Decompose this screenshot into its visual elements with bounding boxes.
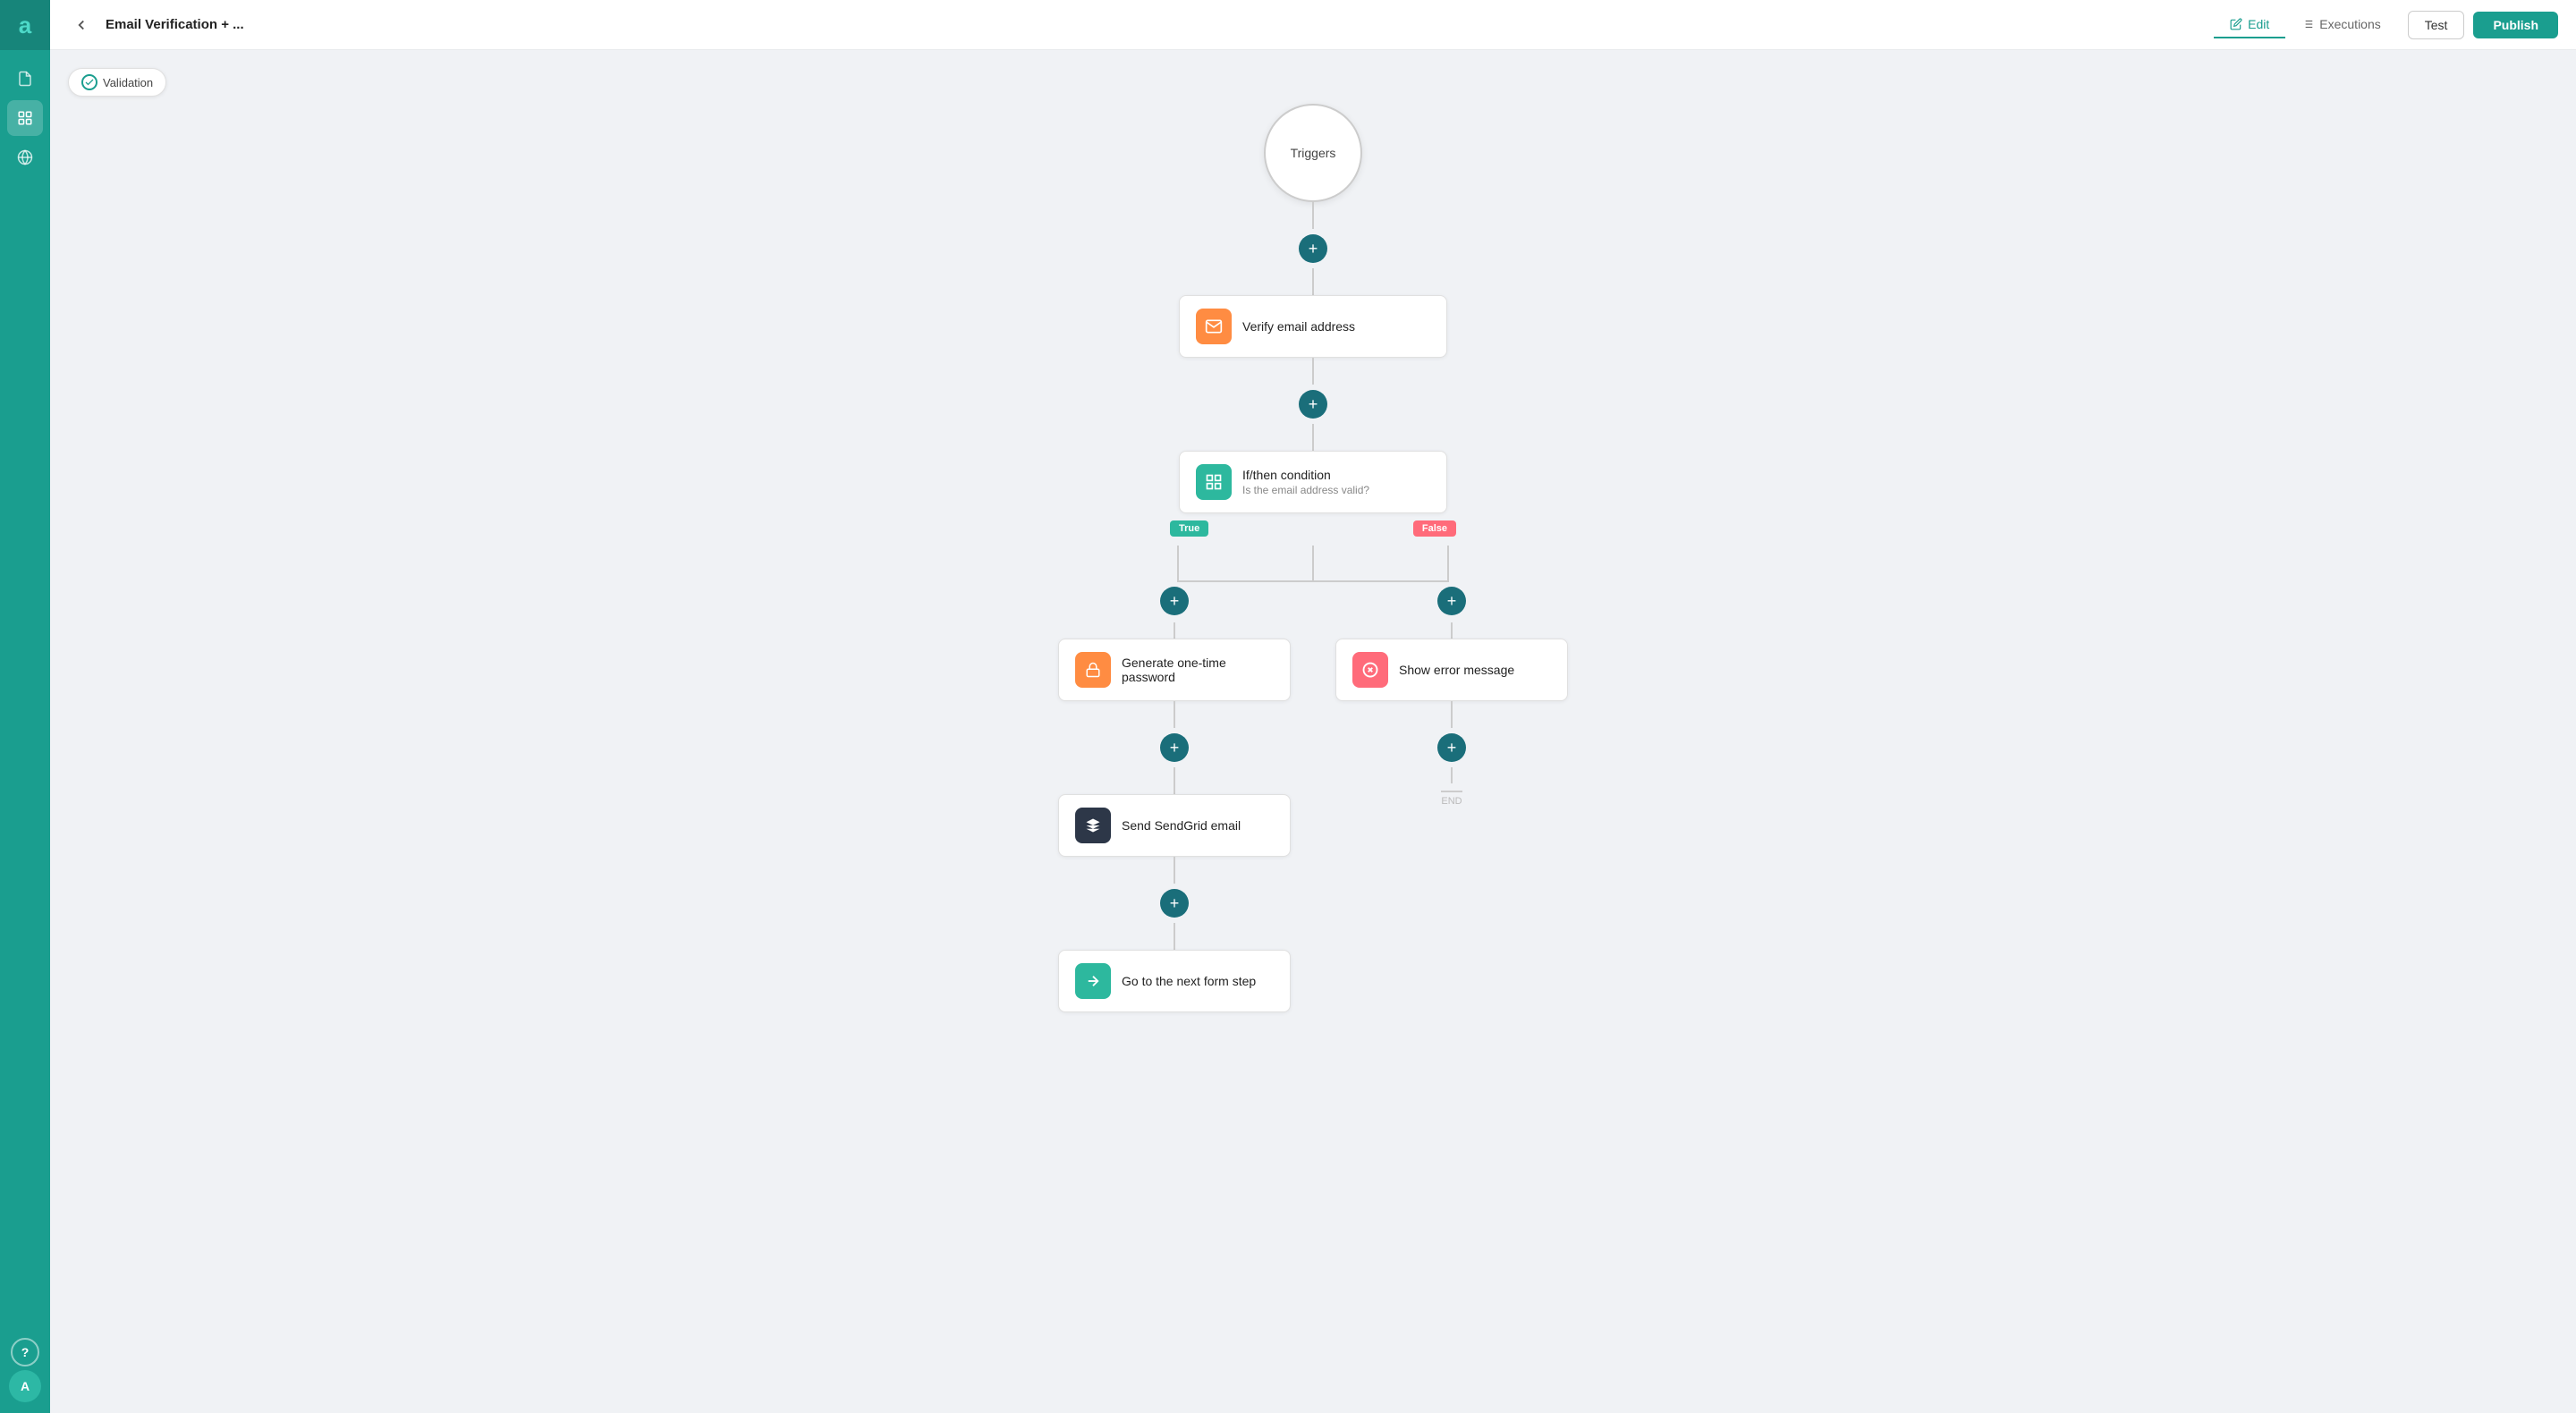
flow-diagram: Triggers + Verify email address <box>68 68 2558 1012</box>
tab-executions[interactable]: Executions <box>2285 12 2396 38</box>
sidebar-item-document[interactable] <box>7 61 43 97</box>
user-avatar[interactable]: A <box>9 1370 41 1402</box>
if-then-icon <box>1196 464 1232 500</box>
add-after-trigger[interactable]: + <box>1299 234 1327 263</box>
next-step-node[interactable]: Go to the next form step <box>1058 950 1291 1012</box>
branch-split: + Gen <box>1058 581 1568 1012</box>
false-branch: + <box>1335 581 1568 807</box>
if-then-node[interactable]: If/then condition Is the email address v… <box>1179 451 1447 513</box>
trigger-node[interactable]: Triggers <box>1264 104 1362 202</box>
otp-icon <box>1075 652 1111 688</box>
sendgrid-icon <box>1075 808 1111 843</box>
false-connector-1 <box>1451 622 1453 639</box>
add-after-verify[interactable]: + <box>1299 390 1327 419</box>
otp-text: Generate one-time password <box>1122 656 1226 684</box>
true-branch: + Gen <box>1058 581 1291 1012</box>
end-text: END <box>1441 796 1462 807</box>
publish-button[interactable]: Publish <box>2473 12 2558 38</box>
true-connector-4 <box>1174 857 1175 884</box>
app-logo[interactable]: a <box>0 0 50 50</box>
sidebar: a ? A <box>0 0 50 1413</box>
add-after-error[interactable]: + <box>1437 733 1466 762</box>
true-label: True <box>1170 520 1208 537</box>
true-connector-3 <box>1174 767 1175 794</box>
if-then-text: If/then condition Is the email address v… <box>1242 468 1369 496</box>
sendgrid-text: Send SendGrid email <box>1122 818 1241 833</box>
header-tabs: Edit Executions <box>2214 12 2397 38</box>
verify-email-node[interactable]: Verify email address <box>1179 295 1447 358</box>
header-actions: Test Publish <box>2408 11 2558 39</box>
true-connector-2 <box>1174 701 1175 728</box>
otp-title: Generate one-time password <box>1122 656 1226 684</box>
tab-edit-label: Edit <box>2248 17 2269 31</box>
false-connector-3 <box>1451 767 1453 783</box>
verify-email-text: Verify email address <box>1242 319 1355 334</box>
false-label: False <box>1413 520 1456 537</box>
verify-email-icon <box>1196 309 1232 344</box>
error-title: Show error message <box>1399 663 1514 677</box>
add-after-otp[interactable]: + <box>1160 733 1189 762</box>
tab-edit[interactable]: Edit <box>2214 12 2285 38</box>
generate-otp-node[interactable]: Generate one-time password <box>1058 639 1291 701</box>
sidebar-bottom: ? A <box>9 1338 41 1413</box>
connector-3 <box>1312 358 1314 385</box>
if-then-title: If/then condition <box>1242 468 1369 482</box>
back-button[interactable] <box>68 12 95 38</box>
connector-4 <box>1312 424 1314 451</box>
true-connector-1 <box>1174 622 1175 639</box>
page-title: Email Verification + ... <box>106 17 2203 32</box>
workflow-canvas[interactable]: Validation Triggers + <box>50 50 2576 1413</box>
sidebar-nav <box>7 50 43 1338</box>
true-connector-5 <box>1174 923 1175 950</box>
add-true-branch[interactable]: + <box>1160 587 1189 615</box>
next-step-icon <box>1075 963 1111 999</box>
test-button[interactable]: Test <box>2408 11 2465 39</box>
error-icon <box>1352 652 1388 688</box>
connector-1 <box>1312 202 1314 229</box>
tab-executions-label: Executions <box>2319 17 2380 31</box>
add-after-sendgrid[interactable]: + <box>1160 889 1189 918</box>
header: Email Verification + ... Edit Exec <box>50 0 2576 50</box>
sendgrid-node[interactable]: Send SendGrid email <box>1058 794 1291 857</box>
verify-email-title: Verify email address <box>1242 319 1355 334</box>
false-connector-2 <box>1451 701 1453 728</box>
next-step-title: Go to the next form step <box>1122 974 1256 988</box>
main-content: Email Verification + ... Edit Exec <box>50 0 2576 1413</box>
end-label: END <box>1441 791 1462 807</box>
error-text: Show error message <box>1399 663 1514 677</box>
end-line <box>1441 791 1462 792</box>
sidebar-item-globe[interactable] <box>7 140 43 175</box>
next-step-text: Go to the next form step <box>1122 974 1256 988</box>
connector-2 <box>1312 268 1314 295</box>
trigger-label: Triggers <box>1291 146 1336 160</box>
canvas-inner: Validation Triggers + <box>50 50 2576 1123</box>
sendgrid-title: Send SendGrid email <box>1122 818 1241 833</box>
sidebar-item-workflow[interactable] <box>7 100 43 136</box>
add-false-branch[interactable]: + <box>1437 587 1466 615</box>
help-button[interactable]: ? <box>11 1338 39 1366</box>
branch-container: True False + <box>1089 513 1537 1012</box>
if-then-subtitle: Is the email address valid? <box>1242 484 1369 496</box>
error-node[interactable]: Show error message <box>1335 639 1568 701</box>
